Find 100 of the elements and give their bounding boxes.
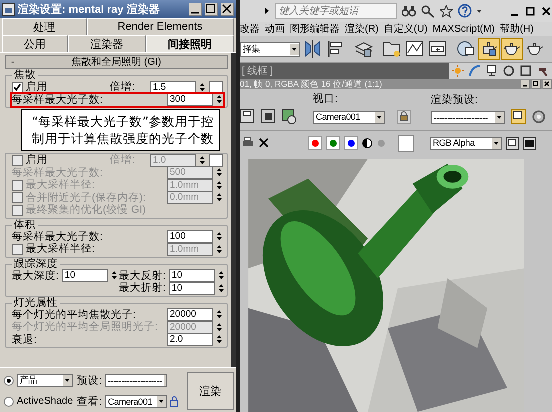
number-field[interactable]: 10 (168, 282, 215, 295)
graph-icon[interactable] (405, 39, 425, 59)
window-title: 渲染设置: mental ray 渲染器 (18, 2, 161, 16)
color-swatch[interactable] (209, 154, 223, 167)
field-label: 每采样最大光子数: (12, 92, 104, 107)
circle-icon[interactable] (503, 65, 515, 77)
spinner-arrows-icon[interactable] (216, 309, 223, 320)
tab[interactable]: 间接照明 (146, 35, 234, 52)
checkbox[interactable] (12, 154, 23, 166)
number-field[interactable]: 10 (168, 269, 215, 282)
display-icon[interactable] (506, 136, 519, 150)
tab[interactable]: Render Elements (86, 18, 234, 35)
field-label: 视口: (313, 92, 339, 106)
globe-icon[interactable] (456, 39, 476, 59)
clone-icon[interactable] (282, 109, 297, 124)
menu-item[interactable]: 渲染(R) (345, 22, 379, 36)
menu-item[interactable]: MAXScript(M) (432, 24, 496, 34)
binoculars-icon[interactable] (402, 5, 416, 17)
dropdown[interactable]: -------------------- (105, 374, 168, 387)
number-field[interactable]: 2.0 (167, 333, 213, 346)
checkbox[interactable] (12, 82, 23, 93)
color-swatch[interactable] (398, 134, 414, 152)
close-icon[interactable] (258, 137, 270, 149)
spinner-arrows-icon[interactable] (216, 180, 223, 191)
maximize-button[interactable] (532, 80, 541, 88)
curve-icon[interactable] (469, 65, 481, 77)
minimize-button[interactable] (521, 80, 530, 88)
dropdown[interactable]: Camera001 (313, 110, 385, 124)
number-field[interactable]: 100 (167, 230, 213, 244)
lock-icon[interactable] (397, 110, 411, 124)
frame-icon[interactable] (261, 109, 276, 124)
number-field[interactable]: 300 (167, 93, 213, 106)
channel-button[interactable] (308, 136, 322, 150)
spinner-arrows-icon[interactable] (216, 322, 223, 333)
channel-button[interactable] (326, 136, 340, 150)
maximize-button[interactable] (205, 2, 218, 16)
dropdown[interactable]: Camera001 (105, 395, 168, 408)
menu-item[interactable]: 帮助(H) (500, 22, 534, 36)
monitor-icon[interactable] (523, 136, 536, 150)
close-button[interactable] (221, 2, 234, 16)
spinner-arrows-icon[interactable] (110, 270, 118, 282)
render-button[interactable]: 渲染 (187, 372, 234, 410)
scrollbar[interactable] (231, 53, 236, 367)
minimize-button[interactable] (189, 2, 202, 16)
tab[interactable]: 处理 (2, 18, 86, 35)
menu-item[interactable]: 自定义(U) (384, 22, 428, 36)
radio-button[interactable] (4, 396, 14, 406)
close-button[interactable] (541, 6, 552, 16)
contrast-icon[interactable] (362, 138, 373, 148)
spinner-arrows-icon[interactable] (216, 94, 223, 106)
spinner-arrows-icon[interactable] (218, 270, 225, 282)
field-label: 每个灯光的平均全局照明光子: (12, 320, 159, 334)
close-button[interactable] (543, 80, 552, 88)
search-field[interactable]: 键入关键字或短语 (275, 3, 397, 19)
caret-icon (477, 8, 482, 14)
rollout-toggle[interactable]: - (6, 56, 20, 68)
spinner-arrows-icon[interactable] (216, 244, 223, 255)
spinner-arrows-icon[interactable] (216, 192, 223, 204)
square-icon[interactable] (520, 65, 532, 77)
spinner-arrows-icon[interactable] (199, 82, 206, 93)
printer-icon[interactable] (242, 137, 254, 149)
help-icon[interactable] (458, 4, 472, 18)
search-icon[interactable] (421, 4, 435, 18)
spinner-arrows-icon[interactable] (216, 334, 223, 346)
spinner-arrows-icon[interactable] (199, 154, 206, 166)
dropdown[interactable]: 产品 (17, 374, 73, 387)
spinner-arrows-icon[interactable] (216, 167, 223, 178)
monitor-icon[interactable] (486, 65, 498, 77)
checkbox-label: 最大采样半径: (26, 242, 96, 256)
field-label: 衰退: (12, 332, 38, 347)
save-icon[interactable] (240, 109, 255, 124)
render-frame-icon[interactable] (511, 109, 526, 124)
gear-icon[interactable] (532, 110, 546, 124)
checkbox-label: 最终聚集的优化(较慢 GI) (26, 204, 147, 218)
dropdown[interactable]: -------------------- (431, 111, 505, 124)
spinner-arrows-icon[interactable] (216, 231, 223, 242)
lock-icon[interactable] (170, 396, 180, 408)
menu-item[interactable]: 改器 (240, 22, 260, 36)
checkbox[interactable] (12, 244, 23, 255)
tab[interactable]: 渲染器 (68, 35, 146, 52)
radio-button[interactable] (4, 376, 14, 386)
hammer-icon[interactable] (537, 65, 549, 77)
number-field[interactable]: 10 (62, 269, 108, 282)
color-swatch[interactable] (209, 80, 223, 94)
rollout-header[interactable]: - 焦散和全局照明 (GI) (5, 55, 228, 69)
maximize-button[interactable] (525, 6, 536, 16)
star-icon[interactable] (440, 4, 453, 18)
dropdown[interactable]: RGB Alpha (430, 136, 502, 150)
menu-item[interactable]: 图形编辑器 (290, 22, 340, 36)
spinner-arrows-icon[interactable] (218, 282, 225, 294)
mirror-icon[interactable] (303, 39, 323, 59)
dot-icon[interactable] (377, 138, 386, 148)
dropdown[interactable]: 择集 (240, 42, 300, 56)
number-field[interactable]: 20000 (167, 308, 213, 322)
panel-icon[interactable] (428, 39, 448, 59)
tab[interactable]: 公用 (2, 35, 68, 52)
menu-item[interactable]: 动画 (265, 22, 285, 36)
number-field[interactable]: 1.5 (150, 80, 196, 94)
channel-button[interactable] (344, 136, 358, 150)
field-label: 最大深度: (12, 268, 59, 283)
